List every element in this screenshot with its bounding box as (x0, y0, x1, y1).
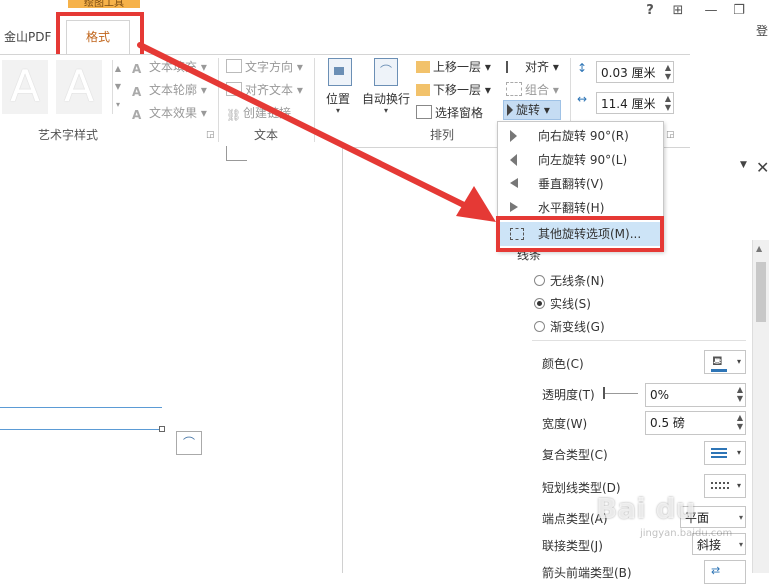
annotation-arrow (137, 42, 496, 222)
